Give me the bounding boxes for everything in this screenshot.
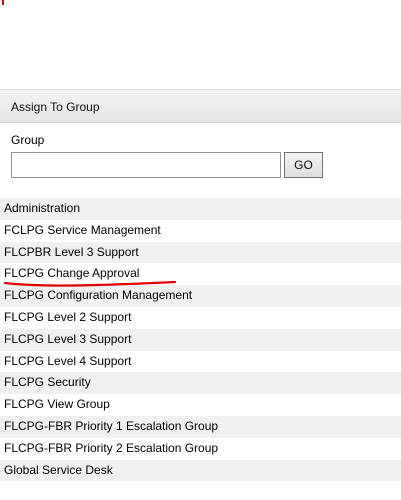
panel-header: Assign To Group bbox=[0, 89, 401, 123]
group-item-flcpg-level-3-support[interactable]: FLCPG Level 3 Support bbox=[0, 328, 401, 351]
group-item-flcpg-view-group[interactable]: FLCPG View Group bbox=[0, 394, 401, 416]
go-button[interactable]: GO bbox=[284, 152, 323, 178]
group-item-flcpg-fbr-priority-2-escalation-group[interactable]: FLCPG-FBR Priority 2 Escalation Group bbox=[0, 438, 401, 460]
group-item-global-service-desk[interactable]: Global Service Desk bbox=[0, 459, 401, 482]
group-item-fclpg-service-management[interactable]: FCLPG Service Management bbox=[0, 220, 401, 242]
group-item-flcpg-configuration-management[interactable]: FLCPG Configuration Management bbox=[0, 285, 401, 307]
group-item-flcpg-fbr-priority-1-escalation-group[interactable]: FLCPG-FBR Priority 1 Escalation Group bbox=[0, 415, 401, 438]
group-item-administration[interactable]: Administration bbox=[0, 198, 401, 220]
group-label: Group bbox=[11, 133, 45, 147]
group-item-flcpg-level-2-support[interactable]: FLCPG Level 2 Support bbox=[0, 307, 401, 329]
group-item-flcpbr-level-3-support[interactable]: FLCPBR Level 3 Support bbox=[0, 241, 401, 264]
group-list: Administration FCLPG Service Management … bbox=[0, 198, 401, 482]
group-item-flcpg-security[interactable]: FLCPG Security bbox=[0, 372, 401, 395]
panel-title: Assign To Group bbox=[11, 100, 100, 114]
group-item-flcpg-change-approval[interactable]: FLCPG Change Approval bbox=[0, 263, 401, 285]
red-mark bbox=[2, 0, 4, 5]
group-search-input[interactable] bbox=[11, 152, 281, 178]
group-item-flcpg-level-4-support[interactable]: FLCPG Level 4 Support bbox=[0, 351, 401, 373]
